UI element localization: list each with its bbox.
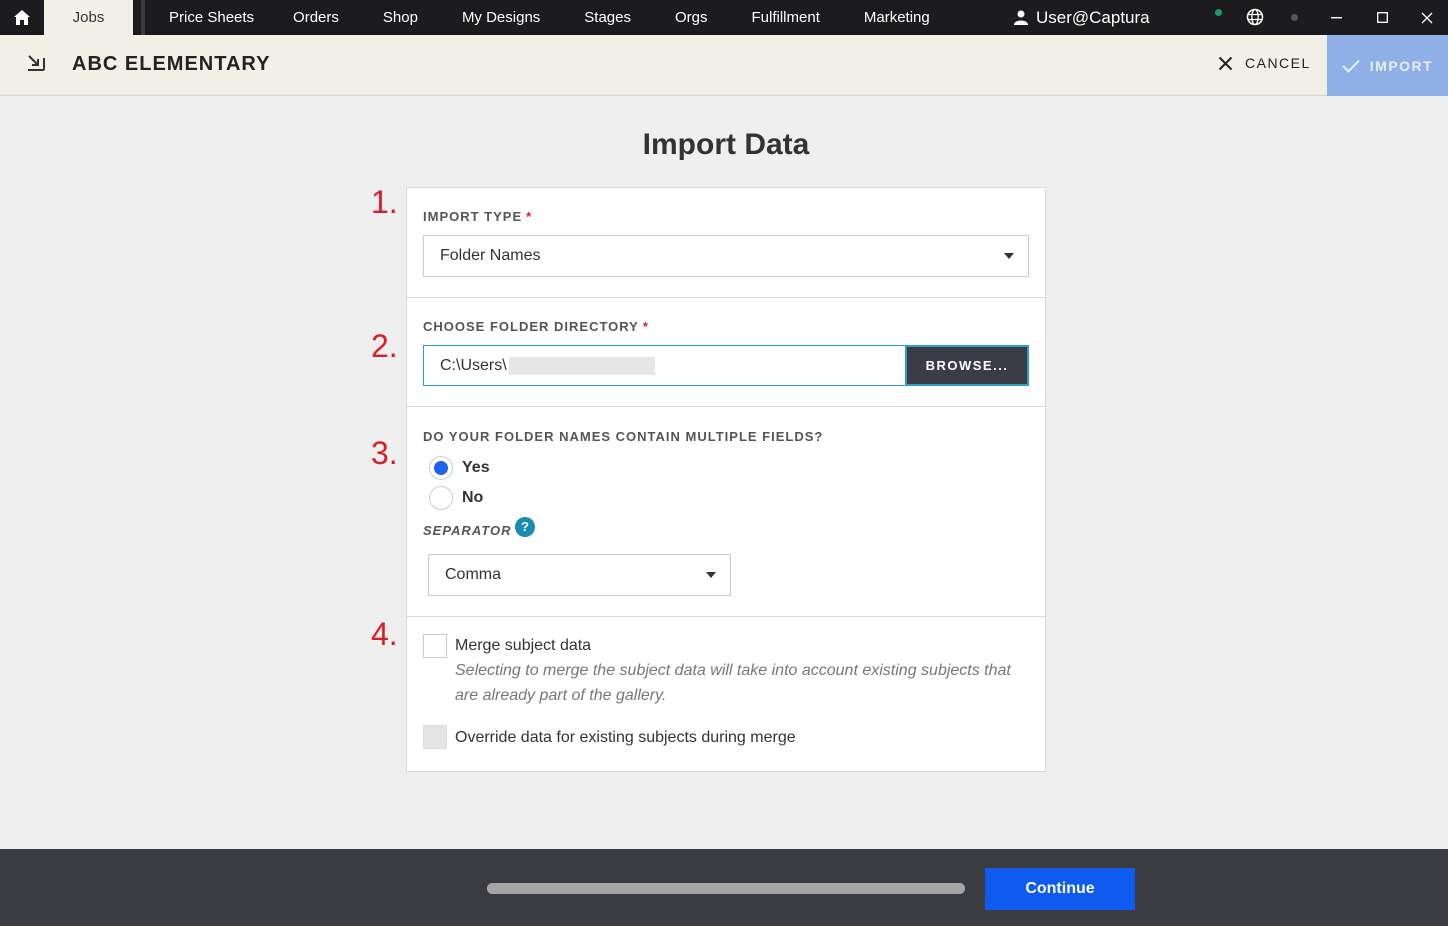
folder-directory-label-text: CHOOSE FOLDER DIRECTORY: [423, 319, 639, 334]
merge-subject-label: Merge subject data: [455, 637, 592, 654]
merge-section: Merge subject data Selecting to merge th…: [407, 617, 1045, 771]
step-number-4: 4.: [371, 616, 398, 652]
redacted-path: [508, 356, 655, 375]
nav-divider: [141, 0, 145, 35]
import-type-value: Folder Names: [440, 247, 541, 264]
nav-tab-marketing[interactable]: Marketing: [842, 0, 952, 35]
merge-subject-checkbox[interactable]: [423, 634, 447, 658]
maximize-icon: [1376, 12, 1388, 23]
folder-path-input[interactable]: C:\Users\: [423, 345, 906, 386]
separator-label-text: SEPARATOR: [423, 523, 512, 538]
override-data-checkbox[interactable]: [423, 725, 447, 749]
home-icon: [14, 10, 30, 25]
page-title: Import Data: [642, 128, 810, 161]
progress-bar-fill: [487, 883, 965, 894]
continue-button[interactable]: Continue: [985, 868, 1135, 910]
step-number-2: 2.: [371, 328, 398, 364]
progress-bar: [487, 883, 965, 894]
checkmark-icon: [1342, 59, 1360, 73]
step-number-3: 3.: [371, 435, 398, 471]
radio-no-label: No: [462, 489, 484, 506]
required-marker: *: [526, 209, 533, 224]
help-icon[interactable]: ?: [515, 516, 536, 537]
cancel-label: CANCEL: [1245, 55, 1311, 71]
merge-subject-description: Selecting to merge the subject data will…: [455, 662, 1011, 704]
nav-tab-stages[interactable]: Stages: [562, 0, 653, 35]
import-button[interactable]: IMPORT: [1327, 35, 1448, 96]
import-type-select[interactable]: Folder Names: [423, 235, 1029, 277]
close-icon: [1421, 12, 1433, 23]
required-marker: *: [642, 319, 649, 334]
online-status-dot: [1215, 9, 1222, 16]
import-type-section: IMPORT TYPE * Folder Names: [407, 188, 1045, 298]
close-window-button[interactable]: [1404, 0, 1448, 35]
separator-value: Comma: [445, 566, 502, 583]
cancel-button[interactable]: CANCEL: [1218, 55, 1311, 71]
chevron-down-icon: [1004, 253, 1014, 259]
job-title: ABC ELEMENTARY: [72, 53, 271, 75]
nav-tab-orders[interactable]: Orders: [271, 0, 361, 35]
indicator-dot: [1291, 14, 1298, 21]
import-type-label-text: IMPORT TYPE: [423, 209, 523, 224]
folder-directory-label: CHOOSE FOLDER DIRECTORY *: [423, 319, 649, 334]
import-icon: [28, 55, 45, 71]
minimize-icon: [1330, 16, 1342, 18]
nav-tab-jobs[interactable]: Jobs: [44, 0, 133, 35]
globe-icon[interactable]: [1246, 8, 1264, 26]
radio-no[interactable]: No: [429, 486, 483, 510]
import-form-card: IMPORT TYPE * Folder Names CHOOSE FOLDER …: [406, 187, 1046, 772]
browse-button[interactable]: BROWSE...: [905, 345, 1029, 386]
user-name: User@Captura: [1036, 7, 1150, 27]
override-data-label: Override data for existing subjects duri…: [455, 729, 796, 746]
nav-tab-shop[interactable]: Shop: [361, 0, 440, 35]
job-header: ABC ELEMENTARY CANCEL IMPORT: [0, 35, 1448, 96]
footer-bar: Continue: [0, 849, 1448, 926]
nav-tab-fulfillment[interactable]: Fulfillment: [730, 0, 842, 35]
maximize-button[interactable]: [1359, 0, 1405, 35]
nav-tab-my-designs[interactable]: My Designs: [440, 0, 562, 35]
top-nav-bar: Jobs Price Sheets Orders Shop My Designs…: [0, 0, 1448, 35]
multiple-fields-question: DO YOUR FOLDER NAMES CONTAIN MULTIPLE FI…: [423, 429, 824, 444]
import-type-label: IMPORT TYPE *: [423, 209, 532, 224]
nav-tab-price-sheets[interactable]: Price Sheets: [155, 0, 271, 35]
import-label: IMPORT: [1369, 57, 1434, 74]
separator-label: SEPARATOR ?: [423, 516, 536, 538]
radio-yes[interactable]: Yes: [429, 456, 490, 480]
radio-no-circle[interactable]: [429, 486, 453, 510]
folder-directory-section: CHOOSE FOLDER DIRECTORY * C:\Users\ BROWS…: [407, 298, 1045, 407]
folder-path-value: C:\Users\: [440, 356, 507, 374]
multiple-fields-section: DO YOUR FOLDER NAMES CONTAIN MULTIPLE FI…: [407, 407, 1045, 617]
chevron-down-icon: [706, 572, 716, 578]
user-menu[interactable]: User@Captura: [1014, 0, 1150, 35]
close-icon: [1218, 56, 1233, 70]
minimize-button[interactable]: [1313, 0, 1359, 35]
home-button[interactable]: [0, 0, 44, 35]
nav-tab-orgs[interactable]: Orgs: [653, 0, 730, 35]
radio-yes-circle[interactable]: [429, 456, 453, 480]
user-icon: [1014, 10, 1028, 25]
step-number-1: 1.: [371, 184, 398, 220]
radio-yes-label: Yes: [462, 459, 490, 476]
separator-select[interactable]: Comma: [428, 554, 731, 596]
